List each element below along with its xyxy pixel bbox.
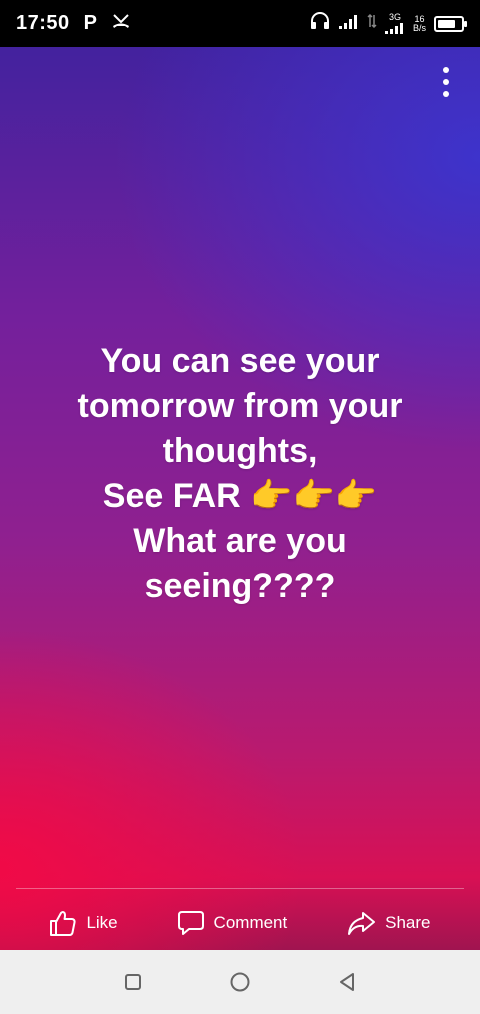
share-button[interactable]: Share <box>346 909 431 937</box>
status-left: 17:50 P <box>0 12 131 35</box>
status-time: 17:50 <box>16 12 70 34</box>
recents-button[interactable] <box>113 962 153 1002</box>
signal-bars-icon <box>384 23 403 34</box>
battery-level <box>438 19 455 28</box>
status-bar: 17:50 P 3G 16 B/s <box>0 0 480 47</box>
menu-dot <box>443 91 449 97</box>
network-type: 3G <box>388 12 401 22</box>
menu-dot <box>443 79 449 85</box>
post-line: You can see your <box>100 342 380 380</box>
network-signal: 3G <box>384 12 405 34</box>
more-vertical-icon <box>443 67 449 73</box>
comment-button[interactable]: Comment <box>177 909 288 937</box>
triangle-back-icon <box>339 973 354 991</box>
square-recents-icon <box>125 974 142 990</box>
post-line: What are you <box>133 522 347 560</box>
post-line: seeing???? <box>144 567 336 605</box>
speed-unit: B/s <box>412 22 426 33</box>
post-line: See FAR 👉👉👉 <box>102 477 378 515</box>
post-line: tomorrow from your <box>77 387 403 425</box>
home-button[interactable] <box>220 962 260 1002</box>
signal-icon <box>338 13 359 34</box>
back-button[interactable] <box>327 962 367 1002</box>
action-bar: Like Comment Share <box>0 897 480 949</box>
like-label: Like <box>86 913 118 932</box>
headset-icon <box>309 12 331 35</box>
missed-call-icon <box>111 12 131 35</box>
like-button[interactable]: Like <box>49 909 118 937</box>
more-options-button[interactable] <box>436 67 456 97</box>
parking-app-icon: P <box>83 12 97 34</box>
comment-label: Comment <box>213 913 288 932</box>
share-label: Share <box>385 913 431 932</box>
battery-icon <box>434 15 467 32</box>
data-transfer-icon <box>367 13 377 34</box>
network-speed: 16 B/s <box>412 14 426 33</box>
status-right: 3G 16 B/s <box>309 12 480 35</box>
actions-divider <box>16 888 464 889</box>
post-text: You can see your tomorrow from your thou… <box>40 339 440 609</box>
thumbs-up-icon <box>50 911 77 936</box>
story-card: You can see your tomorrow from your thou… <box>0 47 480 950</box>
share-arrow-icon <box>348 912 376 935</box>
speech-bubble-icon <box>177 911 204 935</box>
circle-home-icon <box>230 972 250 992</box>
post-line: thoughts, <box>162 432 318 470</box>
system-nav-bar <box>0 950 480 1014</box>
